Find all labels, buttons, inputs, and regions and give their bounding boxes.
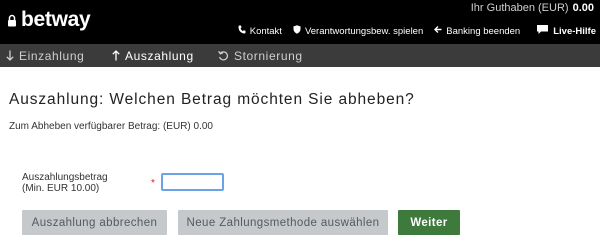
available-amount-text: Zum Abheben verfügbarer Betrag: (EUR) 0.…	[9, 121, 213, 132]
amount-label-line2: (Min. EUR 10.00)	[22, 183, 100, 194]
balance-label: Ihr Guthaben (EUR)	[470, 2, 569, 14]
live-help-label: Live-Hilfe	[553, 25, 596, 37]
new-payment-method-button[interactable]: Neue Zahlungsmethode auswählen	[178, 210, 388, 235]
next-button[interactable]: Weiter	[398, 210, 460, 235]
arrow-up-icon	[112, 50, 120, 61]
withdrawal-amount-input[interactable]	[161, 173, 224, 191]
chat-bubble-icon	[536, 24, 553, 38]
responsible-gaming-label: Verantwortungsbew. spielen	[304, 25, 424, 37]
balance-value: 0.00	[572, 2, 594, 14]
top-bar: betway Ihr Guthaben (EUR) 0.00 Kontakt Ve…	[0, 0, 600, 44]
shield-icon	[293, 25, 305, 37]
tab-auszahlung-label: Auszahlung	[125, 48, 194, 63]
betway-logo[interactable]: betway	[7, 8, 91, 31]
lock-icon	[7, 14, 17, 27]
contact-link-label: Kontakt	[249, 25, 282, 37]
arrow-down-icon	[6, 50, 14, 61]
amount-field-label: Auszahlungsbetrag (Min. EUR 10.00)	[22, 172, 108, 194]
cancel-withdrawal-button[interactable]: Auszahlung abbrechen	[22, 210, 167, 235]
responsible-gaming-link[interactable]: Verantwortungsbew. spielen	[293, 25, 423, 37]
tab-stornierung-label: Stornierung	[234, 48, 303, 63]
arrow-left-icon	[434, 25, 446, 37]
tab-stornierung[interactable]: Stornierung	[218, 44, 303, 67]
end-banking-label: Banking beenden	[446, 25, 521, 37]
banking-nav: Einzahlung Auszahlung Stornierung	[0, 44, 600, 67]
undo-icon	[218, 50, 229, 61]
contact-link[interactable]: Kontakt	[238, 25, 282, 37]
end-banking-link[interactable]: Banking beenden	[434, 25, 520, 37]
phone-icon	[238, 25, 250, 37]
brand-name: betway	[21, 8, 91, 31]
required-marker: *	[151, 178, 155, 189]
header-links: Kontakt Verantwortungsbew. spielen Banki…	[227, 24, 596, 38]
balance-display: Ihr Guthaben (EUR) 0.00	[471, 2, 594, 14]
page-title: Auszahlung: Welchen Betrag möchten Sie a…	[9, 91, 415, 108]
tab-einzahlung-label: Einzahlung	[19, 48, 85, 63]
live-help-link[interactable]: Live-Hilfe	[536, 24, 596, 38]
amount-label-line1: Auszahlungsbetrag	[22, 172, 108, 183]
tab-auszahlung[interactable]: Auszahlung	[112, 44, 194, 67]
tab-einzahlung[interactable]: Einzahlung	[6, 44, 84, 67]
